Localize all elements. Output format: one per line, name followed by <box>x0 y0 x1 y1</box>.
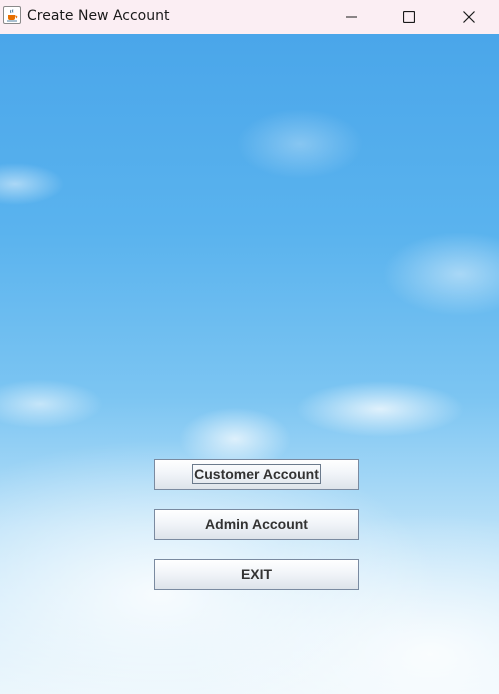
minimize-icon <box>346 16 357 18</box>
window-title: Create New Account <box>27 8 170 24</box>
admin-account-button[interactable]: Admin Account <box>154 509 359 540</box>
sky-background: Customer Account Admin Account EXIT <box>0 34 499 694</box>
app-window: Create New Account Customer Account Admi… <box>0 0 499 694</box>
exit-button[interactable]: EXIT <box>154 559 359 590</box>
exit-label: EXIT <box>240 566 273 582</box>
close-icon <box>463 11 475 23</box>
customer-account-button[interactable]: Customer Account <box>154 459 359 490</box>
close-button[interactable] <box>446 0 492 34</box>
minimize-button[interactable] <box>329 0 375 34</box>
maximize-icon <box>403 11 415 23</box>
java-cup-icon <box>3 6 21 24</box>
admin-account-label: Admin Account <box>205 516 308 532</box>
focus-indicator: Customer Account <box>192 464 321 484</box>
customer-account-label: Customer Account <box>194 466 319 482</box>
title-bar[interactable]: Create New Account <box>0 0 499 34</box>
maximize-button[interactable] <box>386 0 432 34</box>
